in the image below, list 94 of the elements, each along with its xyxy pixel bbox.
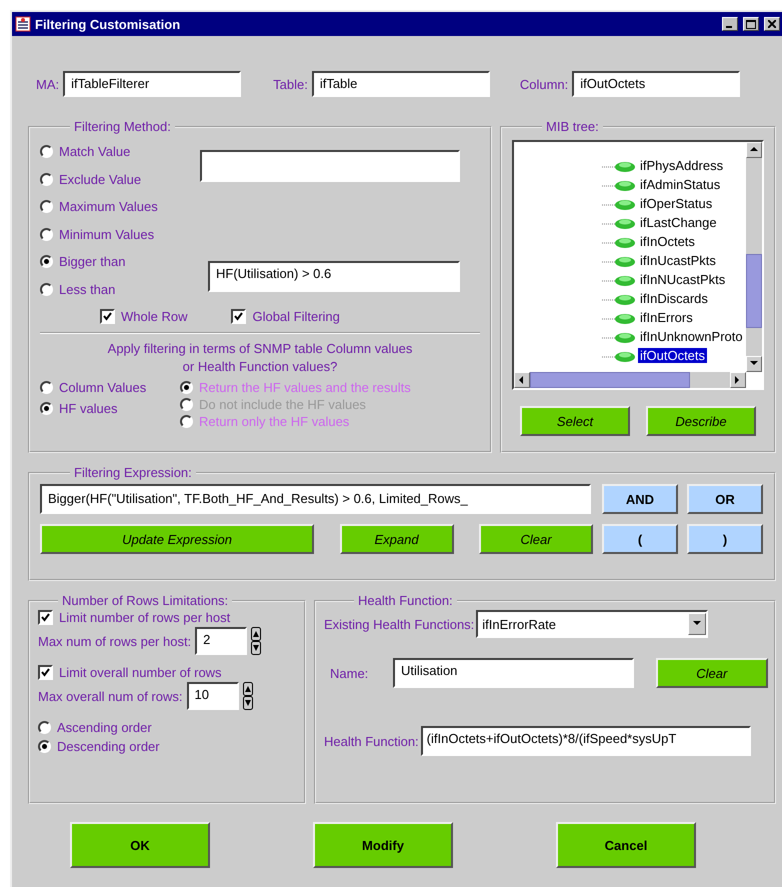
expression-action-button[interactable]: Update Expression (40, 524, 314, 554)
text-field[interactable]: ifOutOctets (572, 71, 740, 97)
tree-item[interactable]: ifInNUcastPkts (638, 272, 728, 287)
minimize-button[interactable] (722, 17, 738, 31)
checkmark-icon (41, 668, 50, 677)
dialog-button[interactable]: Cancel (556, 822, 696, 868)
field-label: MA: (36, 76, 60, 92)
radio-indicator[interactable] (40, 172, 53, 186)
checkbox[interactable] (231, 309, 246, 324)
radio-button[interactable]: HF values (40, 401, 180, 416)
expression-field[interactable]: Bigger(HF("Utilisation", TF.Both_HF_And_Results) > 0.6, Limited_Rows_ (40, 484, 591, 514)
expression-action-button[interactable]: Expand (340, 524, 454, 554)
tree-action-button[interactable]: Select (520, 406, 630, 436)
radio-button[interactable]: Minimum Values (40, 226, 180, 242)
number-field[interactable]: 10 (186, 682, 238, 710)
health-function-field[interactable]: (ifInOctets+ifOutOctets)*8/(ifSpeed*sysUpT (420, 726, 751, 756)
checkbox-option[interactable]: Global Filtering (231, 309, 340, 324)
checkmark-icon (41, 613, 50, 622)
name-field[interactable]: Utilisation (393, 658, 634, 688)
radio-indicator[interactable] (40, 145, 53, 158)
question-text: or Health Function values? (182, 358, 338, 376)
tree-item[interactable]: ifPhysAddress (638, 158, 726, 173)
close-icon (768, 20, 776, 28)
group-title: Number of Rows Limitations: (61, 593, 230, 608)
field-label: Existing Health Functions: (324, 616, 474, 632)
radio-indicator[interactable] (40, 381, 53, 394)
checkbox-option[interactable]: Whole Row (100, 309, 188, 324)
radio-button[interactable]: Exclude Value (40, 172, 180, 187)
vertical-scrollbar[interactable] (746, 142, 762, 372)
spinner-arrows-icon[interactable] (251, 627, 262, 655)
radio-indicator[interactable] (38, 721, 51, 734)
horizontal-scrollbar[interactable] (514, 372, 746, 388)
question-text: Apply filtering in terms of SNMP table Column values (106, 340, 414, 358)
radio-button[interactable]: Column Values (40, 380, 180, 395)
checkbox-option[interactable]: Limit overall number of rows (38, 665, 296, 680)
tree-item[interactable]: ifInUnknownProto (638, 329, 745, 344)
text-field[interactable]: ifTableFilterer (63, 71, 242, 97)
dialog-button[interactable]: Modify (313, 822, 453, 868)
checkmark-icon (103, 312, 112, 321)
radio-indicator[interactable] (180, 381, 193, 394)
tree-item[interactable]: ifOutOctets (638, 348, 708, 363)
operator-button[interactable]: AND (602, 484, 678, 514)
tree-item[interactable]: ifInErrors (638, 310, 695, 325)
dropdown[interactable]: ifInErrorRate (476, 610, 708, 638)
radio-indicator[interactable] (40, 200, 53, 214)
tree-item[interactable]: ifAdminStatus (638, 177, 722, 192)
maximize-icon (746, 20, 756, 28)
tree-item[interactable]: ifInOctets (638, 234, 697, 249)
group-title: Filtering Method: (73, 119, 172, 134)
threshold-field[interactable]: HF(Utilisation) > 0.6 (208, 261, 460, 292)
checkbox[interactable] (38, 610, 53, 625)
text-field[interactable]: ifTable (312, 71, 490, 97)
window-title: Filtering Customisation (35, 16, 182, 32)
radio-button[interactable]: Less than (40, 282, 180, 297)
tree-item[interactable]: ifOperStatus (638, 196, 714, 211)
operator-button[interactable]: OR (687, 484, 763, 514)
clear-button[interactable]: Clear (656, 658, 768, 688)
dialog-button[interactable]: OK (70, 822, 210, 868)
group-title: MIB tree: (545, 119, 600, 134)
tree-item[interactable]: ifInUcastPkts (638, 253, 718, 268)
tree-item[interactable]: ifInDiscards (638, 291, 710, 306)
group-title: Filtering Expression: (73, 465, 193, 480)
radio-indicator[interactable] (40, 255, 53, 268)
field-label: Column: (520, 76, 568, 92)
tree-item[interactable]: ifLastChange (638, 215, 719, 230)
checkbox[interactable] (100, 309, 115, 324)
operator-button[interactable]: ) (687, 524, 763, 554)
radio-indicator[interactable] (40, 402, 53, 415)
field-label: Table: (273, 76, 308, 92)
radio-indicator[interactable] (40, 282, 53, 296)
field-label: Health Function: (324, 734, 419, 748)
checkbox[interactable] (38, 665, 53, 680)
checkmark-icon (234, 312, 244, 321)
close-button[interactable] (764, 17, 780, 31)
app-icon (15, 16, 31, 32)
radio-button[interactable]: Ascending order (38, 720, 296, 735)
field-label: Max overall num of rows: (38, 688, 182, 704)
number-field[interactable]: 2 (195, 627, 248, 655)
radio-indicator[interactable] (38, 740, 51, 753)
expression-action-button[interactable]: Clear (479, 524, 593, 554)
radio-button[interactable]: Match Value (40, 144, 180, 160)
maximize-button[interactable] (743, 17, 759, 31)
radio-indicator[interactable] (180, 415, 193, 428)
radio-button[interactable]: Maximum Values (40, 199, 180, 214)
tree-action-button[interactable]: Describe (646, 406, 756, 436)
field-label: Max num of rows per host: (38, 634, 192, 648)
operator-button[interactable]: ( (602, 524, 678, 554)
group-title: Health Function: (357, 593, 454, 608)
radio-button[interactable]: Descending order (38, 739, 296, 754)
checkbox-option[interactable]: Limit number of rows per host (38, 610, 296, 625)
radio-indicator[interactable] (40, 228, 53, 241)
spinner-arrows-icon[interactable] (242, 682, 252, 710)
radio-button[interactable]: Bigger than (40, 254, 180, 270)
field-label: Name: (330, 666, 370, 680)
